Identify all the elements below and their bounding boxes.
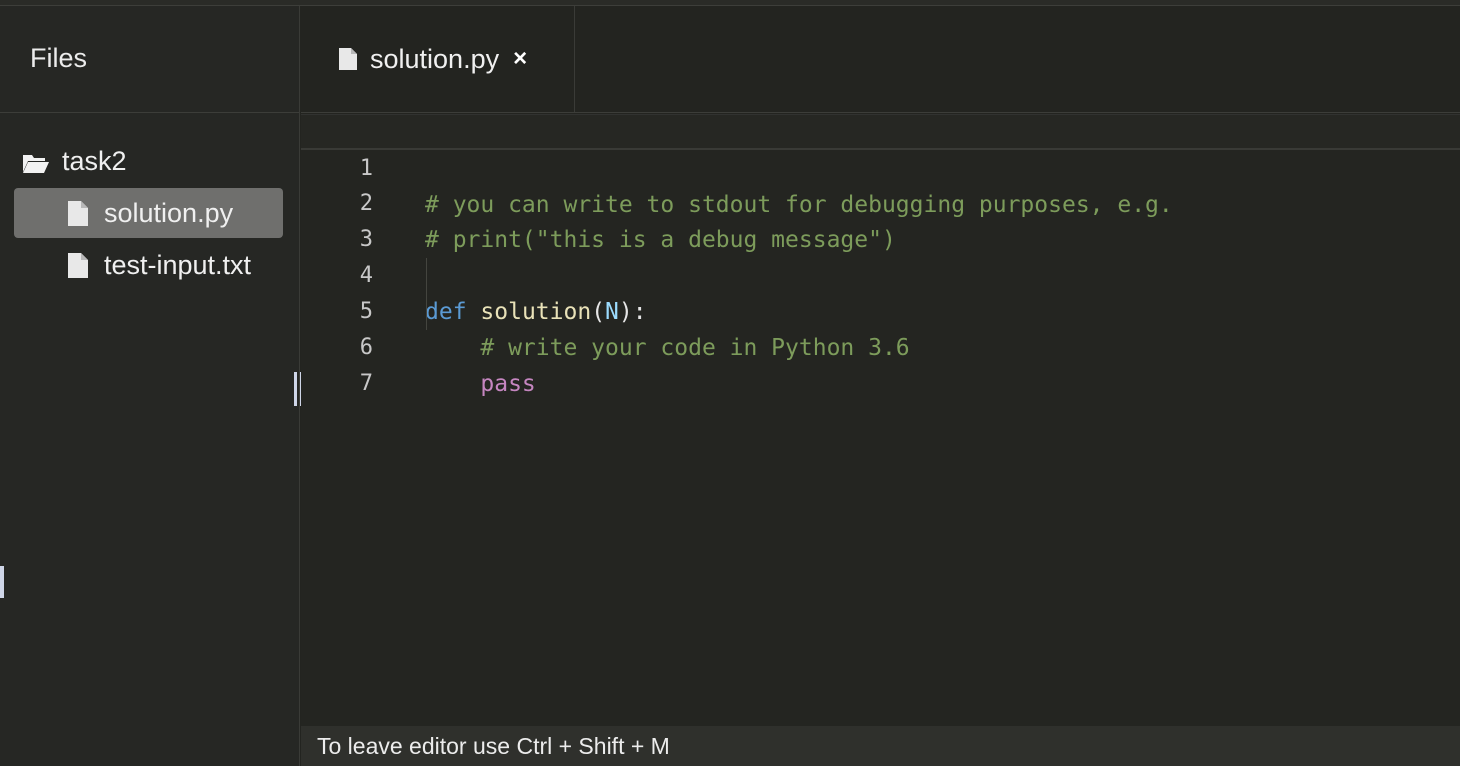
code-line: 3: [301, 186, 1460, 252]
code-line: 5 # write your code in Python 3.6: [301, 258, 1460, 361]
status-bar: To leave editor use Ctrl + Shift + M: [301, 726, 1460, 766]
file-icon: [68, 200, 88, 226]
file-label: test-input.txt: [104, 249, 252, 280]
file-sidebar: Files task2 solution.py test-input.txt: [0, 6, 300, 766]
line-number: 7: [359, 371, 373, 396]
file-icon: [68, 252, 88, 278]
code-editor[interactable]: 1 # you can write to stdout for debuggin…: [301, 114, 1460, 726]
sidebar-title: Files: [30, 43, 88, 73]
tab-bar: solution.py ×: [301, 6, 1460, 113]
file-icon: [339, 48, 357, 70]
indent-guide: [426, 258, 427, 330]
file-label: solution.py: [104, 197, 234, 228]
file-item-test-input-txt[interactable]: test-input.txt: [14, 240, 283, 290]
code-line: 7: [301, 330, 1460, 396]
tab-solution-py[interactable]: solution.py ×: [301, 6, 575, 112]
file-item-solution-py[interactable]: solution.py: [14, 188, 283, 238]
code-line: 2 # print("this is a debug message"): [301, 150, 1460, 253]
code-text: pass: [425, 371, 536, 397]
close-icon[interactable]: ×: [513, 45, 527, 73]
sidebar-header: Files: [0, 6, 299, 113]
status-text: To leave editor use Ctrl + Shift + M: [317, 732, 670, 759]
code-line: 6 pass: [301, 294, 1460, 397]
folder-open-icon: [22, 150, 50, 173]
code-line: 1 # you can write to stdout for debuggin…: [301, 114, 1460, 218]
left-edge-marker: [0, 566, 4, 598]
code-line: 4 def solution(N):: [301, 222, 1460, 325]
folder-task2[interactable]: task2: [22, 136, 127, 186]
tab-label: solution.py: [370, 43, 500, 74]
folder-label: task2: [62, 145, 127, 176]
